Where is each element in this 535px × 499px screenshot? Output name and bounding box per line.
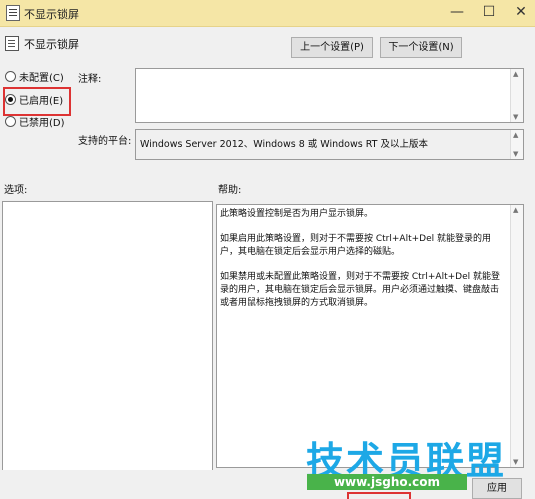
radio-label: 未配置(C)	[19, 73, 64, 84]
help-paragraph: 此策略设置控制是否为用户显示锁屏。	[220, 209, 374, 219]
watermark-url: www.jsgho.com	[307, 474, 467, 490]
scroll-down-icon[interactable]: ▼	[513, 150, 518, 158]
radio-disabled[interactable]: 已禁用(D)	[5, 116, 65, 131]
help-pane: 此策略设置控制是否为用户显示锁屏。 如果启用此策略设置，则对于不需要按 Ctrl…	[216, 204, 524, 468]
help-paragraph: 如果禁用或未配置此策略设置，则对于不需要按 Ctrl+Alt+Del 就能登录的…	[220, 272, 500, 308]
help-label: 帮助:	[218, 185, 242, 196]
platform-label: 支持的平台:	[78, 136, 132, 147]
radio-not-configured[interactable]: 未配置(C)	[5, 71, 64, 86]
policy-dialog: 不显示锁屏 — ☐ ✕ 不显示锁屏 上一个设置(P) 下一个设置(N) 未配置(…	[0, 0, 535, 499]
radio-circle	[5, 116, 16, 127]
scroll-down-icon[interactable]: ▼	[513, 113, 518, 121]
scroll-up-icon[interactable]: ▲	[513, 206, 518, 214]
next-setting-button[interactable]: 下一个设置(N)	[380, 37, 462, 58]
platform-box: Windows Server 2012、Windows 8 或 Windows …	[135, 129, 524, 160]
scroll-up-icon[interactable]: ▲	[513, 70, 518, 78]
platform-scrollbar[interactable]: ▲ ▼	[510, 130, 523, 159]
close-button[interactable]: ✕	[505, 0, 535, 26]
previous-setting-button[interactable]: 上一个设置(P)	[291, 37, 373, 58]
comment-label: 注释:	[78, 74, 102, 85]
policy-icon	[6, 5, 20, 21]
window-title: 不显示锁屏	[24, 8, 79, 21]
radio-circle	[5, 71, 16, 82]
help-scrollbar[interactable]: ▲ ▼	[510, 205, 523, 467]
comment-textarea[interactable]: ▲ ▼	[135, 68, 524, 123]
scroll-down-icon[interactable]: ▼	[513, 458, 518, 466]
setting-icon	[5, 36, 19, 51]
scroll-up-icon[interactable]: ▲	[513, 131, 518, 139]
help-text: 此策略设置控制是否为用户显示锁屏。 如果启用此策略设置，则对于不需要按 Ctrl…	[220, 208, 505, 322]
title-bar: 不显示锁屏 — ☐ ✕	[0, 0, 535, 27]
radio-label: 已禁用(D)	[19, 118, 65, 129]
minimize-button[interactable]: —	[441, 0, 473, 26]
ok-button-highlight	[347, 492, 411, 499]
maximize-button[interactable]: ☐	[473, 0, 505, 26]
platform-value: Windows Server 2012、Windows 8 或 Windows …	[140, 139, 428, 150]
options-pane	[2, 201, 213, 472]
comment-scrollbar[interactable]: ▲ ▼	[510, 69, 523, 122]
help-paragraph: 如果启用此策略设置，则对于不需要按 Ctrl+Alt+Del 就能登录的用户，其…	[220, 234, 491, 257]
options-label: 选项:	[4, 185, 28, 196]
highlight-box	[3, 87, 71, 116]
setting-title: 不显示锁屏	[24, 38, 79, 51]
